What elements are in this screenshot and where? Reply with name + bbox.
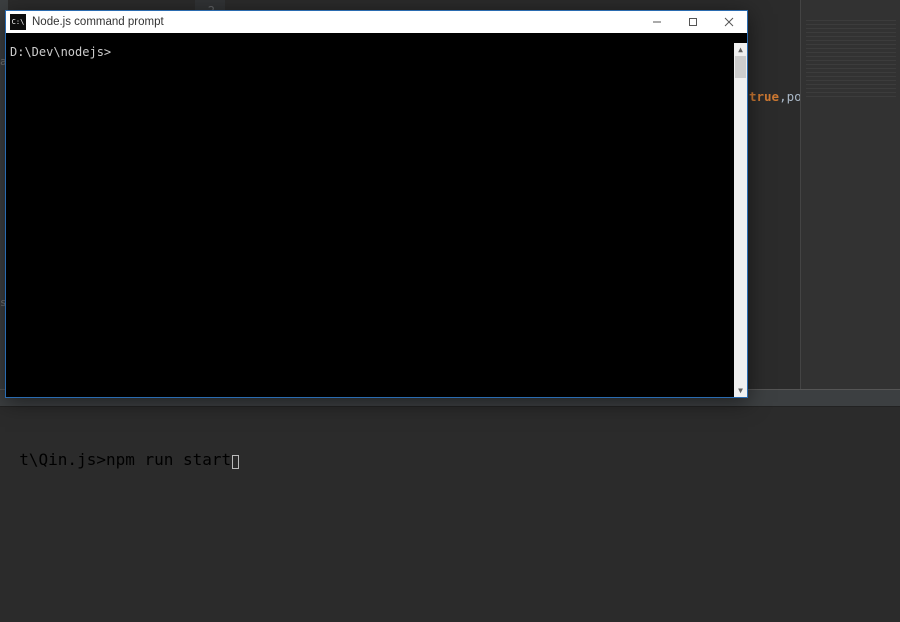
- cmd-body: D:\Dev\nodejs> ▲ ▼: [6, 33, 747, 397]
- window-title: Node.js command prompt: [32, 16, 639, 28]
- terminal-prompt-text: t\Qin.js>npm run start: [19, 450, 231, 469]
- scroll-down-arrow[interactable]: ▼: [734, 384, 747, 397]
- terminal-cursor: [232, 455, 239, 469]
- cmd-icon: C:\: [10, 14, 26, 30]
- minimize-button[interactable]: [639, 11, 675, 33]
- maximize-button[interactable]: [675, 11, 711, 33]
- scroll-up-arrow[interactable]: ▲: [734, 43, 747, 56]
- cmd-output-area[interactable]: D:\Dev\nodejs>: [6, 43, 734, 397]
- cmd-prompt: D:\Dev\nodejs>: [10, 45, 111, 59]
- cmd-scrollbar[interactable]: ▲ ▼: [734, 43, 747, 397]
- scroll-thumb[interactable]: [735, 56, 746, 78]
- minimap-content: [806, 20, 896, 100]
- window-controls: [639, 11, 747, 33]
- close-button[interactable]: [711, 11, 747, 33]
- terminal-line: t\Qin.js>npm run start: [0, 431, 239, 469]
- nodejs-command-prompt-window: C:\ Node.js command prompt D:\Dev\nodejs…: [5, 10, 748, 398]
- editor-minimap[interactable]: [800, 0, 900, 390]
- window-titlebar[interactable]: C:\ Node.js command prompt: [6, 11, 747, 33]
